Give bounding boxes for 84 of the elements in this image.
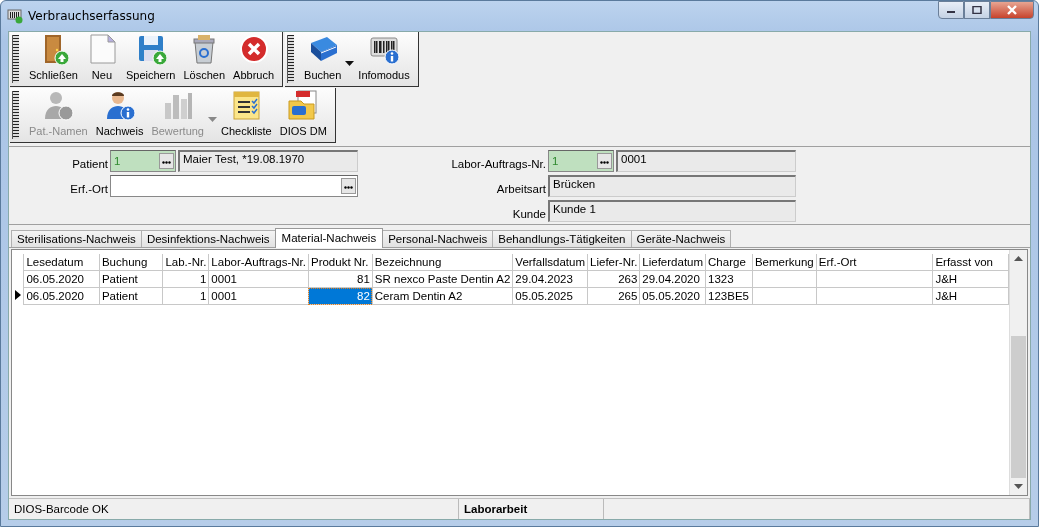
table-cell: Patient	[99, 287, 163, 305]
pdf-document-icon	[287, 89, 320, 121]
column-header[interactable]: Lab.-Nr.	[162, 254, 209, 271]
field-label: Kunde	[511, 208, 546, 222]
tab[interactable]: Material-Nachweis	[274, 228, 384, 248]
table-cell: 0001	[208, 270, 309, 288]
column-header[interactable]: Lesedatum	[23, 254, 100, 271]
toolbar-button[interactable]: Neu	[81, 32, 122, 86]
table-cell: 1	[162, 287, 209, 305]
column-header[interactable]: Liefer-Nr.	[587, 254, 640, 271]
toolbar-button[interactable]: DIOS DM	[275, 88, 331, 142]
status-text: Laborarbeit	[464, 503, 528, 515]
browse-button[interactable]	[597, 153, 612, 169]
tab[interactable]: Personal-Nachweis	[382, 230, 494, 247]
toolbar-button[interactable]: Schließen	[25, 32, 82, 86]
minimize-button[interactable]	[938, 1, 964, 19]
table-cell: 05.05.2020	[639, 287, 706, 305]
tab[interactable]: Sterilisations-Nachweis	[11, 230, 142, 247]
column-header[interactable]: Bezeichnung	[372, 254, 513, 271]
toolbar-button[interactable]: Buchen	[300, 32, 346, 86]
table-cell: 0001	[208, 287, 309, 305]
table-cell: 06.05.2020	[23, 287, 100, 305]
browse-button[interactable]	[341, 178, 356, 194]
tab[interactable]: Desinfektions-Nachweis	[140, 230, 276, 247]
column-header[interactable]: Charge	[705, 254, 753, 271]
row-pointer-icon	[14, 289, 21, 300]
column-header[interactable]: Erf.-Ort	[816, 254, 933, 271]
table-cell: 123BE5	[705, 287, 753, 305]
status-text: DIOS-Barcode OK	[14, 503, 109, 515]
table-cell	[752, 270, 817, 288]
up-arrow-icon	[1014, 256, 1023, 261]
toolbar-button[interactable]: Nachweis	[91, 88, 148, 142]
value-field: Brücken	[548, 175, 796, 197]
maximize-button[interactable]	[964, 1, 990, 19]
table-cell: J&H	[932, 270, 1009, 288]
scroll-thumb[interactable]	[1011, 336, 1026, 478]
input-field[interactable]	[110, 175, 358, 197]
field-label: Labor-Auftrags-Nr.	[450, 158, 546, 172]
table-cell: SR nexco Paste Dentin A2	[372, 270, 513, 288]
field-label: Erf.-Ort	[69, 183, 108, 197]
caret-icon[interactable]	[345, 60, 355, 66]
table-cell: 81	[308, 270, 373, 288]
table-cell: 29.04.2020	[639, 270, 706, 288]
value-field: Maier Test, *19.08.1970	[178, 150, 358, 172]
toolbar-button[interactable]: Löschen	[179, 32, 230, 86]
value-field: 0001	[616, 150, 796, 172]
column-header[interactable]: Bemerkung	[752, 254, 817, 271]
table-cell: Ceram Dentin A2	[372, 287, 513, 305]
column-header[interactable]: Produkt Nr.	[308, 254, 373, 271]
value-field: Kunde 1	[548, 200, 796, 222]
field-label: Arbeitsart	[495, 183, 546, 197]
table-cell: Patient	[99, 270, 163, 288]
tab[interactable]: Geräte-Nachweis	[630, 230, 732, 247]
close-button[interactable]	[990, 1, 1034, 19]
table-cell: 29.04.2023	[512, 270, 588, 288]
table-cell: 1	[162, 270, 209, 288]
maximize-icon	[972, 6, 982, 14]
grip-handle[interactable]	[12, 91, 19, 139]
column-header[interactable]: Buchung	[99, 254, 163, 271]
down-arrow-icon	[1014, 484, 1023, 489]
table-cell: 1323	[705, 270, 753, 288]
toolbar-button[interactable]: Infomodus	[354, 32, 414, 86]
table-cell: 05.05.2025	[512, 287, 588, 305]
table-cell: 06.05.2020	[23, 270, 100, 288]
column-header[interactable]: Labor-Auftrags-Nr.	[208, 254, 309, 271]
window-title: Verbrauchserfassung	[28, 9, 156, 23]
grip-handle[interactable]	[287, 35, 295, 83]
column-header[interactable]: Verfallsdatum	[512, 254, 588, 271]
barcode-icon	[7, 8, 23, 24]
column-header[interactable]: Lieferdatum	[639, 254, 706, 271]
grip-handle[interactable]	[12, 35, 19, 83]
field-label: Patient	[71, 158, 108, 172]
table-cell: 265	[587, 287, 640, 305]
browse-button[interactable]	[159, 153, 174, 169]
column-header[interactable]: Erfasst von	[932, 254, 1009, 271]
toolbar-button[interactable]: Abbruch	[229, 32, 279, 86]
scrollbar[interactable]	[1009, 250, 1027, 495]
close-icon	[1006, 5, 1018, 15]
person-help-icon	[42, 89, 75, 121]
toolbar-button[interactable]: Checkliste	[217, 88, 276, 142]
table-cell: J&H	[932, 287, 1009, 305]
toolbar-button[interactable]: Speichern	[121, 32, 180, 86]
table-cell: 263	[587, 270, 640, 288]
tab[interactable]: Behandlungs-Tätigkeiten	[492, 230, 632, 247]
